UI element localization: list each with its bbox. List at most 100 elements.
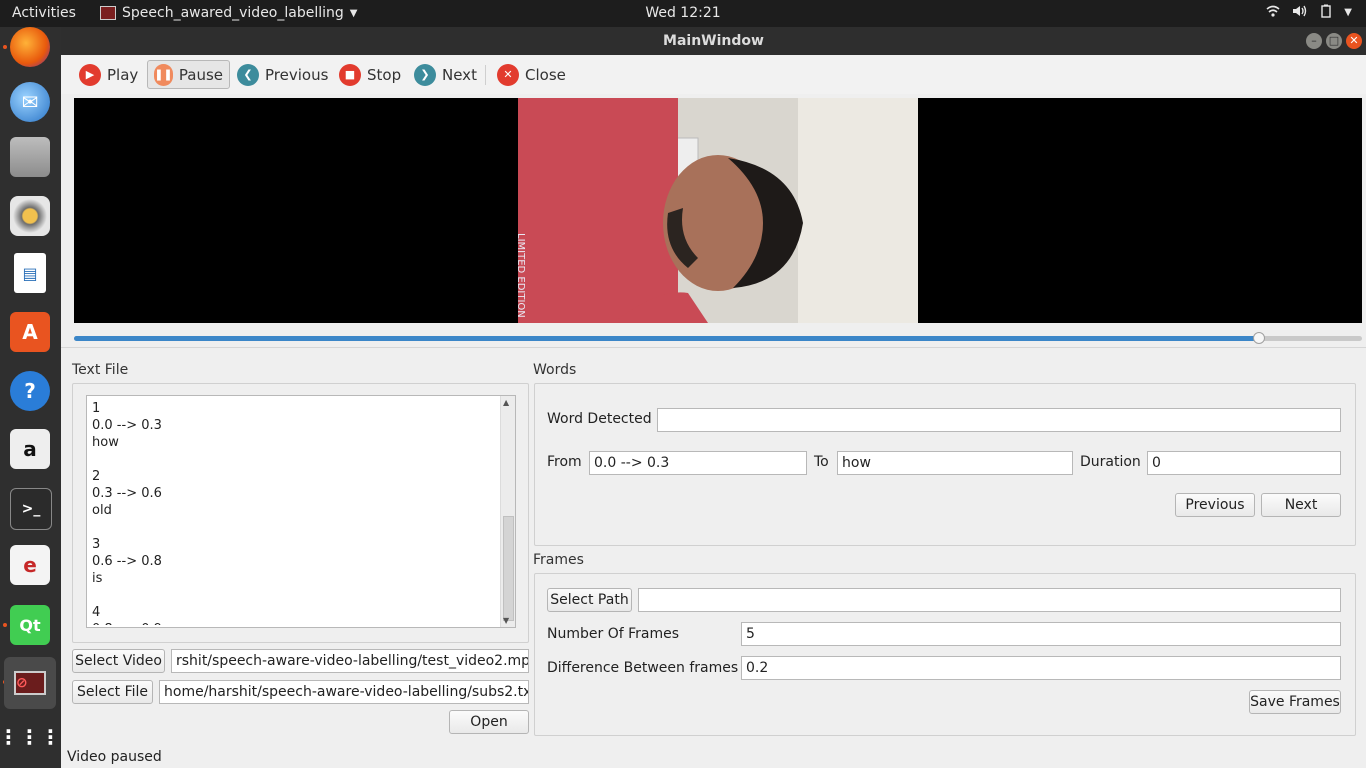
files-icon[interactable] [10,137,50,177]
subtitle-line: 0.8 --> 0.9 [92,621,497,625]
select-video-button[interactable]: Select Video [72,649,165,673]
running-app-icon[interactable]: ⊘ [4,657,56,709]
word-detected-field[interactable] [657,408,1341,432]
select-file-button[interactable]: Select File [72,680,153,704]
subtitle-line: 0.3 --> 0.6 [92,486,162,501]
amazon-icon[interactable]: a [10,429,50,469]
from-label: From [547,454,582,470]
close-button[interactable]: ✕ Close [491,60,572,89]
arrow-down-icon[interactable]: ▼ [503,616,509,625]
video-path-field[interactable]: rshit/speech-aware-video-labelling/test_… [171,649,529,673]
slider-fill [74,336,1259,341]
terminal-icon[interactable]: >_ [10,488,52,530]
dock: ✉ ▤ A ? a >_ e Qt ⊘ ⋮⋮⋮ [0,27,61,768]
word-next-button[interactable]: Next [1261,493,1341,517]
previous-button[interactable]: ❮ Previous [231,60,334,89]
difference-field[interactable]: 0.2 [741,656,1341,680]
select-path-button[interactable]: Select Path [547,588,632,612]
close-label: Close [525,65,566,84]
subtitle-line: is [92,571,103,586]
software-center-icon[interactable]: A [10,312,50,352]
wifi-icon [1266,4,1280,22]
subtitle-line [92,451,497,468]
subtitle-line: 4 [92,605,101,620]
play-label: Play [107,65,139,84]
text-file-group-title: Text File [72,362,129,378]
number-of-frames-field[interactable]: 5 [741,622,1341,646]
subtitle-content: 1 0.0 --> 0.3 how 2 0.3 --> 0.6 old 3 0.6 --> 0… [92,400,497,625]
subtitle-line [92,587,497,604]
stop-icon: ■ [339,63,361,86]
rhythmbox-icon[interactable] [10,196,50,236]
frames-group-title: Frames [533,552,584,568]
duration-label: Duration [1080,454,1141,470]
chevron-left-icon: ❮ [237,63,259,86]
battery-icon [1320,4,1332,22]
show-apps-icon[interactable]: ⋮⋮⋮ [0,717,61,757]
clock[interactable]: Wed 12:21 [0,5,1366,21]
vertical-scrollbar[interactable]: ▲ ▼ [500,396,515,627]
open-button[interactable]: Open [449,710,529,734]
arrow-up-icon[interactable]: ▲ [503,398,509,407]
from-field[interactable]: 0.0 --> 0.3 [589,451,807,475]
close-icon: ✕ [497,63,519,86]
pause-label: Pause [178,65,223,84]
qt-creator-icon[interactable]: Qt [10,605,50,645]
file-path-field[interactable]: home/harshit/speech-aware-video-labellin… [159,680,529,704]
system-tray[interactable]: ▼ [1266,4,1352,22]
svg-text:LIMITED EDITION: LIMITED EDITION [518,233,526,318]
top-bar: Activities Speech_awared_video_labelling… [0,0,1366,27]
window-title: MainWindow [663,33,764,49]
subtitle-line: 3 [92,537,101,552]
main-window: ▶ Play ❚❚ Pause ❮ Previous ■ Stop ❯ Next… [61,55,1366,768]
toolbar: ▶ Play ❚❚ Pause ❮ Previous ■ Stop ❯ Next… [61,55,1366,94]
libreoffice-writer-icon[interactable]: ▤ [14,253,46,293]
play-icon: ▶ [79,63,101,86]
next-button[interactable]: ❯ Next [408,60,483,89]
subtitle-text-edit[interactable]: 1 0.0 --> 0.3 how 2 0.3 --> 0.6 old 3 0.6 --> 0… [86,395,516,628]
running-indicator [3,45,7,49]
thunderbird-icon[interactable]: ✉ [10,82,50,122]
toolbar-separator [485,65,486,85]
previous-label: Previous [265,65,329,84]
chevron-right-icon: ❯ [414,63,436,86]
maximize-icon[interactable]: □ [1326,33,1342,49]
evince-icon[interactable]: e [10,545,50,585]
firefox-icon[interactable] [10,27,50,67]
subtitle-line: 0.6 --> 0.8 [92,554,162,569]
words-group-title: Words [533,362,577,378]
frames-path-field[interactable] [638,588,1341,612]
slider-handle[interactable] [1252,332,1265,344]
subtitle-line [92,519,497,536]
position-slider[interactable] [74,332,1362,344]
subtitle-line: 1 [92,401,101,416]
pause-button[interactable]: ❚❚ Pause [147,60,230,89]
stop-button[interactable]: ■ Stop [333,60,407,89]
minimize-icon[interactable]: – [1306,33,1322,49]
chevron-down-icon: ▼ [1344,7,1352,18]
subtitle-line: old [92,503,112,518]
play-button[interactable]: ▶ Play [73,60,144,89]
subtitle-line: 0.0 --> 0.3 [92,418,162,433]
scrollbar-thumb[interactable] [503,516,514,621]
status-bar: Video paused [67,749,162,765]
to-field[interactable]: how [837,451,1073,475]
word-detected-label: Word Detected [547,411,652,427]
splitter[interactable] [61,347,1366,348]
save-frames-button[interactable]: Save Frames [1249,690,1341,714]
close-icon[interactable]: ✕ [1346,33,1362,49]
video-display[interactable]: LIMITED EDITION [74,98,1362,323]
window-titlebar[interactable]: MainWindow – □ ✕ [61,27,1366,55]
next-label: Next [442,65,477,84]
word-previous-button[interactable]: Previous [1175,493,1255,517]
subtitle-line: 2 [92,469,101,484]
running-indicator [3,623,7,627]
stop-label: Stop [367,65,402,84]
video-frame: LIMITED EDITION [518,98,918,323]
difference-label: Difference Between frames [547,660,739,676]
pause-icon: ❚❚ [154,63,173,86]
subtitle-line: how [92,435,119,450]
duration-field[interactable]: 0 [1147,451,1341,475]
number-of-frames-label: Number Of Frames [547,626,680,642]
help-icon[interactable]: ? [10,371,50,411]
